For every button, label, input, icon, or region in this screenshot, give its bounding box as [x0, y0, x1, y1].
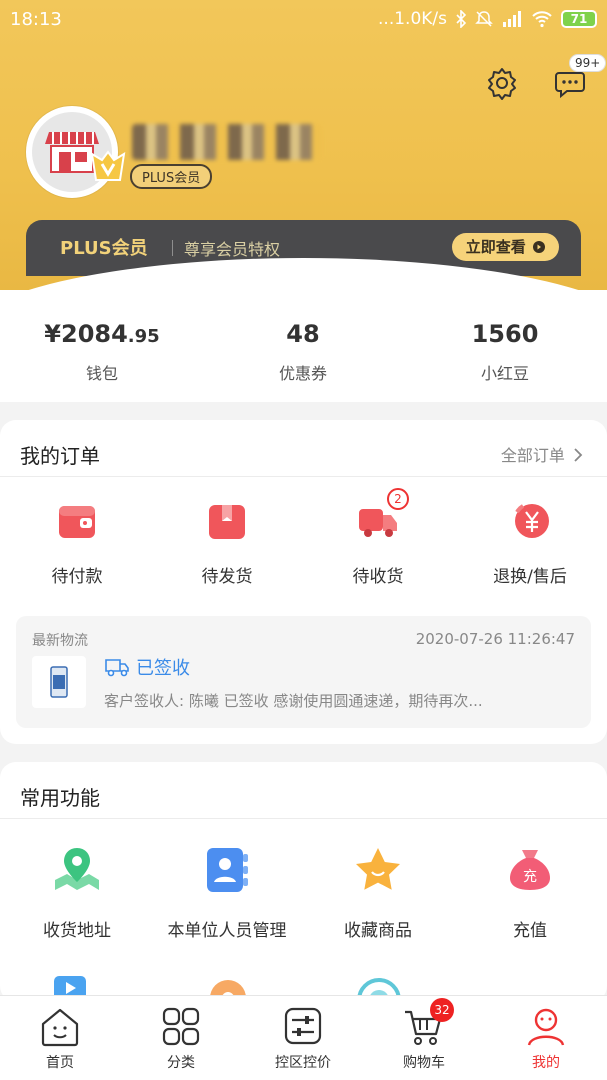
- cart-count-badge: 32: [430, 998, 454, 1022]
- status-time: 18:13: [10, 9, 62, 30]
- view-now-label: 立即查看: [465, 238, 526, 256]
- functions-divider: [0, 818, 607, 819]
- nav-price-control-label: 控区控价: [275, 1055, 331, 1071]
- red-bean-count: 1560: [471, 320, 539, 348]
- membership-tag: PLUS会员: [130, 164, 213, 189]
- delivery-van-icon: [105, 659, 129, 677]
- function-favorites[interactable]: 收藏商品: [303, 842, 453, 941]
- chevron-right-icon: [574, 448, 583, 462]
- favorites-label: 收藏商品: [344, 921, 412, 941]
- orders-divider: [0, 476, 607, 477]
- nav-category-label: 分类: [167, 1055, 195, 1071]
- vip-crown-icon: [90, 150, 126, 181]
- function-recharge[interactable]: 充 充值: [455, 842, 605, 941]
- order-pending-shipment-label: 待发货: [201, 567, 253, 587]
- wallet-stat[interactable]: ¥2084.95 钱包: [2, 320, 202, 384]
- nav-mine[interactable]: 我的: [486, 1006, 606, 1072]
- product-box-icon: [50, 666, 68, 698]
- signal-icon: [503, 11, 521, 27]
- map-pin-icon: [55, 848, 99, 890]
- plus-banner-title: PLUS会员: [60, 238, 148, 259]
- network-speed: ...1.0K/s: [378, 9, 447, 29]
- battery-indicator: 71: [561, 10, 597, 28]
- wallet-amount: ¥2084: [44, 320, 128, 348]
- logistics-time: 2020-07-26 11:26:47: [415, 630, 575, 648]
- function-shipping-address[interactable]: 收货地址: [2, 842, 152, 941]
- pending-receipt-badge: 2: [387, 488, 409, 510]
- nav-price-control[interactable]: 控区控价: [243, 1006, 363, 1072]
- order-returns-label: 退换/售后: [493, 567, 567, 587]
- wallet-decimal: .95: [127, 326, 160, 347]
- orders-card: 我的订单 全部订单 待付款 待发货 2 待收货 退换/售后 最新物流 2020-…: [0, 420, 607, 744]
- order-pending-receipt-label: 待收货: [352, 567, 404, 587]
- account-stats: ¥2084.95 钱包 48 优惠券 1560 小红豆: [0, 290, 607, 402]
- logistics-heading: 最新物流: [32, 633, 88, 649]
- bottom-navigation: 首页 分类 控区控价 32 购物车 我的: [0, 995, 607, 1080]
- contacts-book-icon: [207, 848, 248, 892]
- nav-cart-label: 购物车: [403, 1055, 445, 1071]
- all-orders-link[interactable]: 全部订单: [501, 442, 583, 466]
- product-thumbnail: [32, 656, 86, 708]
- staff-management-label: 本单位人员管理: [167, 921, 287, 941]
- view-now-button[interactable]: 立即查看: [451, 233, 559, 261]
- wallet-label: 钱包: [85, 364, 118, 383]
- coupon-count: 48: [286, 320, 320, 348]
- common-functions-card: 常用功能 收货地址 本单位人员管理 收藏商品 充 充值: [0, 762, 607, 1002]
- grid-icon: [162, 1007, 200, 1046]
- username-blurred: [132, 124, 322, 160]
- plus-banner-separator: [172, 240, 173, 256]
- order-pending-shipment[interactable]: 待发货: [152, 500, 302, 587]
- nav-home[interactable]: 首页: [0, 1006, 120, 1072]
- orders-title: 我的订单: [20, 444, 100, 468]
- play-circle-icon: [533, 241, 545, 253]
- order-pending-payment[interactable]: 待付款: [2, 500, 152, 587]
- mute-icon: [475, 11, 493, 27]
- order-returns[interactable]: 退换/售后: [455, 500, 605, 587]
- function-staff-management[interactable]: 本单位人员管理: [152, 842, 302, 941]
- nav-home-label: 首页: [46, 1055, 74, 1071]
- money-bag-icon: 充: [510, 850, 550, 890]
- recharge-label: 充值: [513, 921, 547, 941]
- nav-category[interactable]: 分类: [121, 1006, 241, 1072]
- coupon-label: 优惠券: [278, 364, 327, 383]
- coupon-stat[interactable]: 48 优惠券: [203, 320, 403, 384]
- package-icon: [209, 505, 245, 539]
- latest-logistics[interactable]: 最新物流 2020-07-26 11:26:47 已签收 客户签收人: 陈曦 已…: [16, 616, 591, 728]
- sliders-icon: [284, 1007, 322, 1045]
- order-pending-payment-label: 待付款: [51, 567, 103, 587]
- settings-button[interactable]: [483, 64, 521, 102]
- nav-cart[interactable]: 32 购物车: [364, 998, 484, 1072]
- gear-icon: [488, 68, 516, 100]
- logistics-description: 客户签收人: 陈曦 已签收 感谢使用圆通速递，期待再次...: [104, 692, 483, 710]
- recharge-glyph: 充: [523, 869, 537, 885]
- red-bean-label: 小红豆: [480, 364, 529, 383]
- profile-header: 18:13 ...1.0K/s 71 99+ PLUS会员 PLUS会员 尊享会…: [0, 0, 607, 290]
- user-icon: [527, 1008, 565, 1046]
- wallet-icon: [59, 506, 95, 538]
- nav-mine-label: 我的: [532, 1055, 560, 1071]
- shipping-address-label: 收货地址: [43, 921, 111, 941]
- logistics-status: 已签收: [136, 658, 190, 679]
- status-bar: 18:13 ...1.0K/s 71: [0, 0, 607, 40]
- star-icon: [356, 848, 400, 890]
- red-bean-stat[interactable]: 1560 小红豆: [405, 320, 605, 384]
- messages-badge: 99+: [569, 54, 607, 72]
- functions-title: 常用功能: [20, 786, 100, 810]
- all-orders-label: 全部订单: [500, 446, 565, 465]
- order-pending-receipt[interactable]: 2 待收货: [303, 488, 453, 587]
- wifi-icon: [532, 11, 552, 28]
- home-icon: [41, 1008, 79, 1047]
- messages-button[interactable]: 99+: [551, 54, 607, 102]
- refund-icon: [515, 504, 549, 538]
- bluetooth-icon: [456, 10, 467, 28]
- plus-banner-subtitle: 尊享会员特权: [184, 240, 281, 259]
